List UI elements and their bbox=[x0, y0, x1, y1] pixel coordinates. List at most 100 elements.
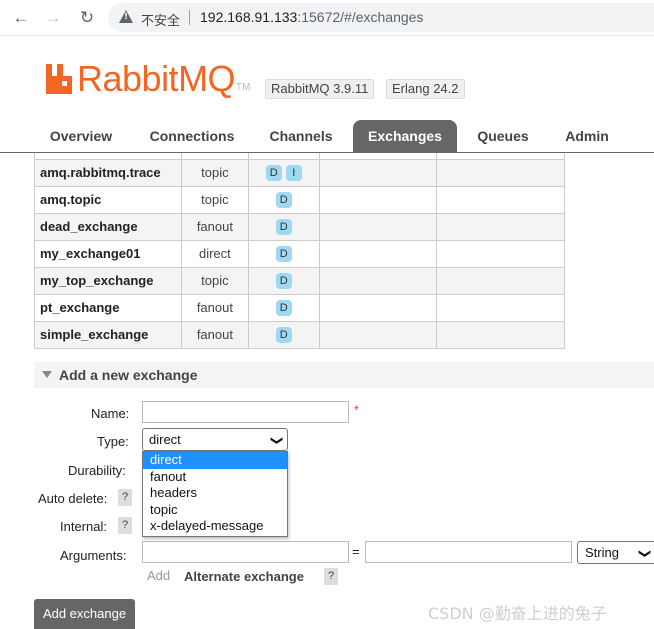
message-rate-out bbox=[436, 185, 565, 214]
argument-value-input[interactable] bbox=[365, 541, 572, 563]
alternate-exchange-link[interactable]: Alternate exchange bbox=[184, 569, 304, 584]
help-icon[interactable]: ? bbox=[118, 517, 132, 534]
tab-queues[interactable]: Queues bbox=[466, 120, 540, 152]
reload-icon[interactable]: ↻ bbox=[76, 7, 98, 29]
table-row: dead_exchange fanout D bbox=[34, 212, 565, 241]
table-row: amq.topic topic D bbox=[34, 185, 565, 214]
url-text[interactable]: 192.168.91.133:15672/#/exchanges bbox=[200, 9, 423, 25]
watermark: CSDN @勤奋上进的兔子 bbox=[428, 604, 607, 623]
table-row: amq.rabbitmq.trace topic DI bbox=[34, 158, 565, 187]
message-rate-in bbox=[318, 185, 438, 214]
durable-badge: D bbox=[265, 164, 282, 181]
type-dropdown-list: direct fanout headers topic x-delayed-me… bbox=[142, 451, 288, 537]
durable-badge: D bbox=[275, 245, 292, 262]
features-cell: D bbox=[247, 293, 320, 322]
type-option-x-delayed-message[interactable]: x-delayed-message bbox=[143, 518, 287, 535]
exchange-name-link[interactable]: amq.topic bbox=[34, 185, 182, 214]
durable-badge: D bbox=[275, 272, 292, 289]
table-row: my_top_exchange topic D bbox=[34, 266, 565, 295]
logo-text: RabbitMQ bbox=[77, 58, 236, 99]
message-rate-out bbox=[436, 212, 565, 241]
features-cell: D bbox=[247, 212, 320, 241]
exchange-name-link[interactable]: my_top_exchange bbox=[34, 266, 182, 295]
help-icon[interactable]: ? bbox=[118, 489, 132, 506]
internal-badge: I bbox=[285, 164, 302, 181]
type-label: Type: bbox=[97, 434, 129, 449]
rabbit-logo-icon bbox=[46, 64, 72, 94]
chevron-down-icon: ❯ bbox=[638, 548, 653, 559]
add-exchange-section-toggle[interactable]: Add a new exchange bbox=[34, 362, 654, 388]
equals-sign: = bbox=[352, 544, 360, 559]
internal-label: Internal: bbox=[60, 519, 107, 534]
type-option-fanout[interactable]: fanout bbox=[143, 469, 287, 486]
features-cell: D bbox=[247, 185, 320, 214]
exchange-type: topic bbox=[180, 185, 249, 214]
add-argument-link[interactable]: Add bbox=[147, 568, 170, 583]
section-title: Add a new exchange bbox=[59, 367, 198, 383]
tab-exchanges[interactable]: Exchanges bbox=[353, 120, 457, 152]
argument-type-value: String bbox=[585, 545, 619, 560]
type-option-headers[interactable]: headers bbox=[143, 485, 287, 502]
message-rate-in bbox=[318, 266, 438, 295]
exchange-type: fanout bbox=[180, 320, 249, 349]
exchange-name-link[interactable]: dead_exchange bbox=[34, 212, 182, 241]
required-marker: * bbox=[354, 403, 359, 417]
erlang-badge: Erlang 24.2 bbox=[386, 79, 465, 99]
url-host: 192.168.91.133 bbox=[200, 9, 298, 25]
table-row: pt_exchange fanout D bbox=[34, 293, 565, 322]
tab-admin[interactable]: Admin bbox=[553, 120, 621, 152]
message-rate-in bbox=[318, 239, 438, 268]
message-rate-in bbox=[318, 293, 438, 322]
back-arrow-icon[interactable]: ← bbox=[10, 7, 32, 29]
message-rate-in bbox=[318, 158, 438, 187]
browser-toolbar: ← → ↻ 不安全 192.168.91.133:15672/#/exchang… bbox=[0, 0, 654, 36]
name-input[interactable] bbox=[142, 401, 349, 423]
logo-trademark: TM bbox=[236, 82, 251, 93]
durable-badge: D bbox=[275, 326, 292, 343]
arguments-label: Arguments: bbox=[60, 548, 127, 563]
exchange-type: topic bbox=[180, 158, 249, 187]
collapse-triangle-icon bbox=[42, 371, 52, 378]
chevron-down-icon: ❯ bbox=[270, 435, 285, 446]
message-rate-out bbox=[436, 158, 565, 187]
warning-icon[interactable] bbox=[119, 10, 133, 23]
add-exchange-button[interactable]: Add exchange bbox=[34, 599, 135, 629]
url-path: :15672/#/exchanges bbox=[297, 9, 424, 25]
exchange-name-link[interactable]: amq.rabbitmq.trace bbox=[34, 158, 182, 187]
address-separator bbox=[189, 10, 190, 25]
exchange-name-link[interactable]: my_exchange01 bbox=[34, 239, 182, 268]
durable-badge: D bbox=[275, 299, 292, 316]
message-rate-in bbox=[318, 320, 438, 349]
version-badge: RabbitMQ 3.9.11 bbox=[265, 79, 375, 99]
exchange-type: fanout bbox=[180, 212, 249, 241]
argument-key-input[interactable] bbox=[142, 541, 349, 563]
exchanges-table: amq.rabbitmq.trace topic DI amq.topic to… bbox=[34, 153, 565, 349]
exchange-type: topic bbox=[180, 266, 249, 295]
address-bar[interactable]: 不安全 192.168.91.133:15672/#/exchanges bbox=[108, 3, 654, 32]
argument-type-select[interactable]: String ❯ bbox=[577, 541, 654, 564]
type-option-topic[interactable]: topic bbox=[143, 502, 287, 519]
help-icon[interactable]: ? bbox=[324, 568, 338, 585]
message-rate-out bbox=[436, 266, 565, 295]
tab-connections[interactable]: Connections bbox=[138, 120, 246, 152]
features-cell: D bbox=[247, 239, 320, 268]
durable-badge: D bbox=[275, 191, 292, 208]
tab-overview[interactable]: Overview bbox=[35, 120, 127, 152]
exchange-name-link[interactable]: pt_exchange bbox=[34, 293, 182, 322]
type-select[interactable]: direct ❯ bbox=[142, 428, 288, 451]
exchange-name-link[interactable]: simple_exchange bbox=[34, 320, 182, 349]
features-cell: D bbox=[247, 320, 320, 349]
tab-channels[interactable]: Channels bbox=[257, 120, 345, 152]
auto-delete-label: Auto delete: bbox=[38, 491, 108, 506]
table-row: simple_exchange fanout D bbox=[34, 320, 565, 349]
main-tabs: Overview Connections Channels Exchanges … bbox=[0, 120, 654, 153]
name-label: Name: bbox=[91, 406, 130, 421]
durability-label: Durability: bbox=[68, 463, 126, 478]
durable-badge: D bbox=[275, 218, 292, 235]
security-label[interactable]: 不安全 bbox=[141, 10, 180, 29]
exchange-type: fanout bbox=[180, 293, 249, 322]
type-option-direct[interactable]: direct bbox=[143, 452, 287, 469]
forward-arrow-icon[interactable]: → bbox=[42, 7, 64, 29]
message-rate-out bbox=[436, 320, 565, 349]
features-cell: D bbox=[247, 266, 320, 295]
